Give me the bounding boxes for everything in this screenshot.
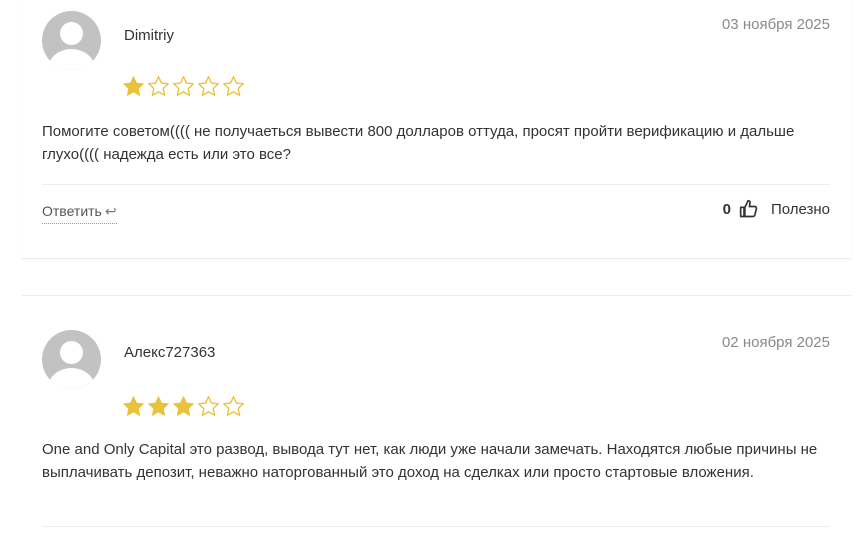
divider: [42, 526, 830, 527]
review-author: Dimitriy: [124, 27, 174, 44]
helpful-count: 0: [722, 200, 731, 218]
star-filled-icon: [173, 396, 194, 416]
helpful-button-label[interactable]: Полезно: [771, 201, 830, 218]
star-rating: [122, 75, 245, 98]
avatar: [42, 330, 101, 389]
avatar-head-shape: [60, 341, 83, 364]
star-filled-icon: [123, 396, 144, 416]
star-filled-icon: [123, 76, 144, 96]
review-card: Dimitriy 03 ноября 2025 Помогите советом…: [22, 0, 851, 259]
star-rating: [122, 395, 245, 418]
star-empty-icon: [148, 76, 169, 96]
review-text: Помогите советом(((( не получаеться выве…: [42, 123, 795, 163]
star-empty-icon: [223, 76, 244, 96]
star-filled-icon: [148, 396, 169, 416]
star-empty-icon: [173, 76, 194, 96]
star-empty-icon: [198, 76, 219, 96]
avatar-head-shape: [60, 22, 83, 45]
divider: [42, 184, 830, 185]
helpful-vote: 0 Полезно: [723, 199, 830, 219]
review-date: 03 ноября 2025: [721, 16, 830, 33]
avatar-body-shape: [48, 49, 95, 70]
review-date: 02 ноября 2025: [721, 334, 830, 351]
review-text: One and Only Capital это развод, вывода …: [42, 441, 818, 481]
star-empty-icon: [223, 396, 244, 416]
reply-button[interactable]: Ответить ↩: [42, 203, 117, 224]
reply-arrow-icon: ↩: [104, 203, 117, 219]
review-author: Алекс727363: [124, 344, 216, 361]
reply-label: Ответить: [42, 203, 102, 219]
review-card: Алекс727363 02 ноября 2025 One and Only …: [22, 295, 851, 535]
avatar-body-shape: [48, 368, 95, 389]
thumbs-up-icon[interactable]: [739, 199, 759, 219]
avatar: [42, 11, 101, 70]
star-empty-icon: [198, 396, 219, 416]
